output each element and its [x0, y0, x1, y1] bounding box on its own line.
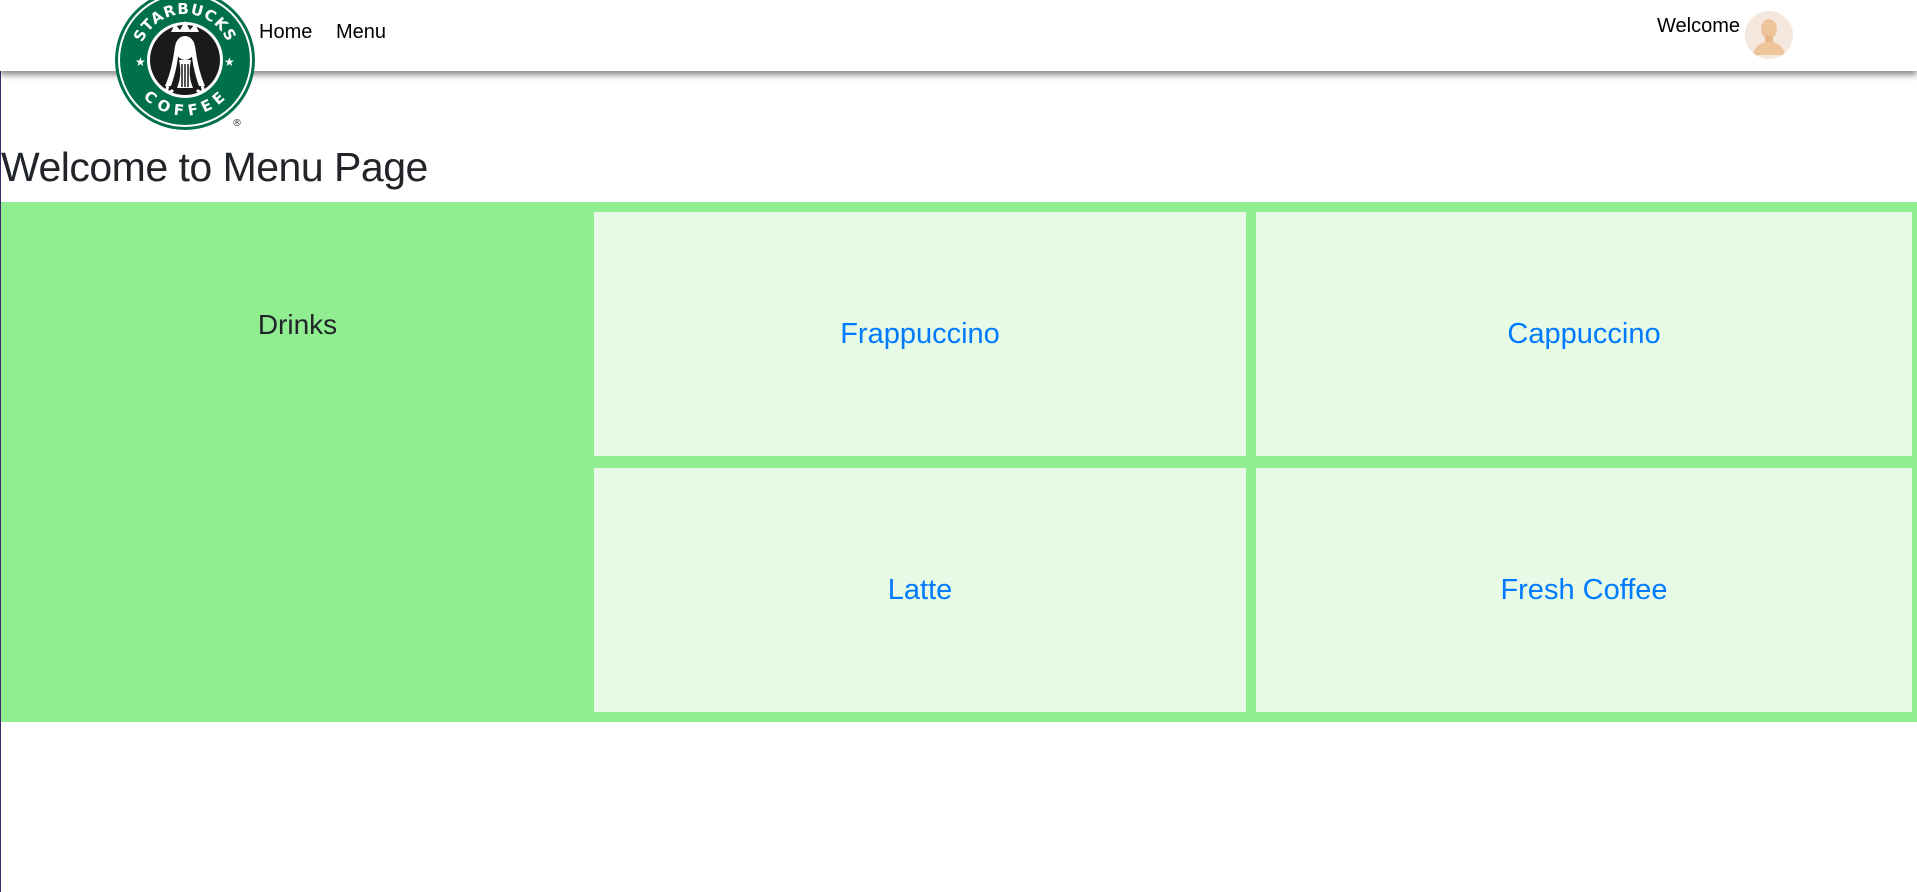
category-label: Drinks: [257, 309, 338, 340]
svg-text:★: ★: [224, 55, 235, 69]
menu-item-frappuccino[interactable]: Frappuccino: [594, 212, 1246, 456]
drinks-menu-section: Drinks Frappuccino Cappuccino Latte Fres…: [1, 202, 1917, 722]
menu-item-fresh-coffee[interactable]: Fresh Coffee: [1256, 468, 1912, 712]
menu-item-cappuccino[interactable]: Cappuccino: [1256, 212, 1912, 456]
menu-item-label: Fresh Coffee: [1500, 573, 1668, 606]
menu-item-label: Frappuccino: [840, 317, 1000, 350]
user-avatar-icon[interactable]: [1745, 11, 1793, 59]
registered-mark: ®: [232, 118, 242, 129]
nav-home-link[interactable]: Home: [259, 21, 312, 44]
menu-item-label: Latte: [887, 573, 953, 606]
svg-text:★: ★: [135, 55, 146, 69]
menu-item-latte[interactable]: Latte: [594, 468, 1246, 712]
nav-menu-link[interactable]: Menu: [336, 21, 386, 44]
welcome-text: Welcome: [1657, 15, 1740, 37]
page-title: Welcome to Menu Page: [1, 144, 428, 190]
starbucks-logo[interactable]: ★ ★ STARBUCKS COFFEE ®: [115, 0, 256, 131]
top-navbar: Home Menu Welcome: [0, 0, 1917, 71]
menu-item-label: Cappuccino: [1507, 317, 1661, 350]
